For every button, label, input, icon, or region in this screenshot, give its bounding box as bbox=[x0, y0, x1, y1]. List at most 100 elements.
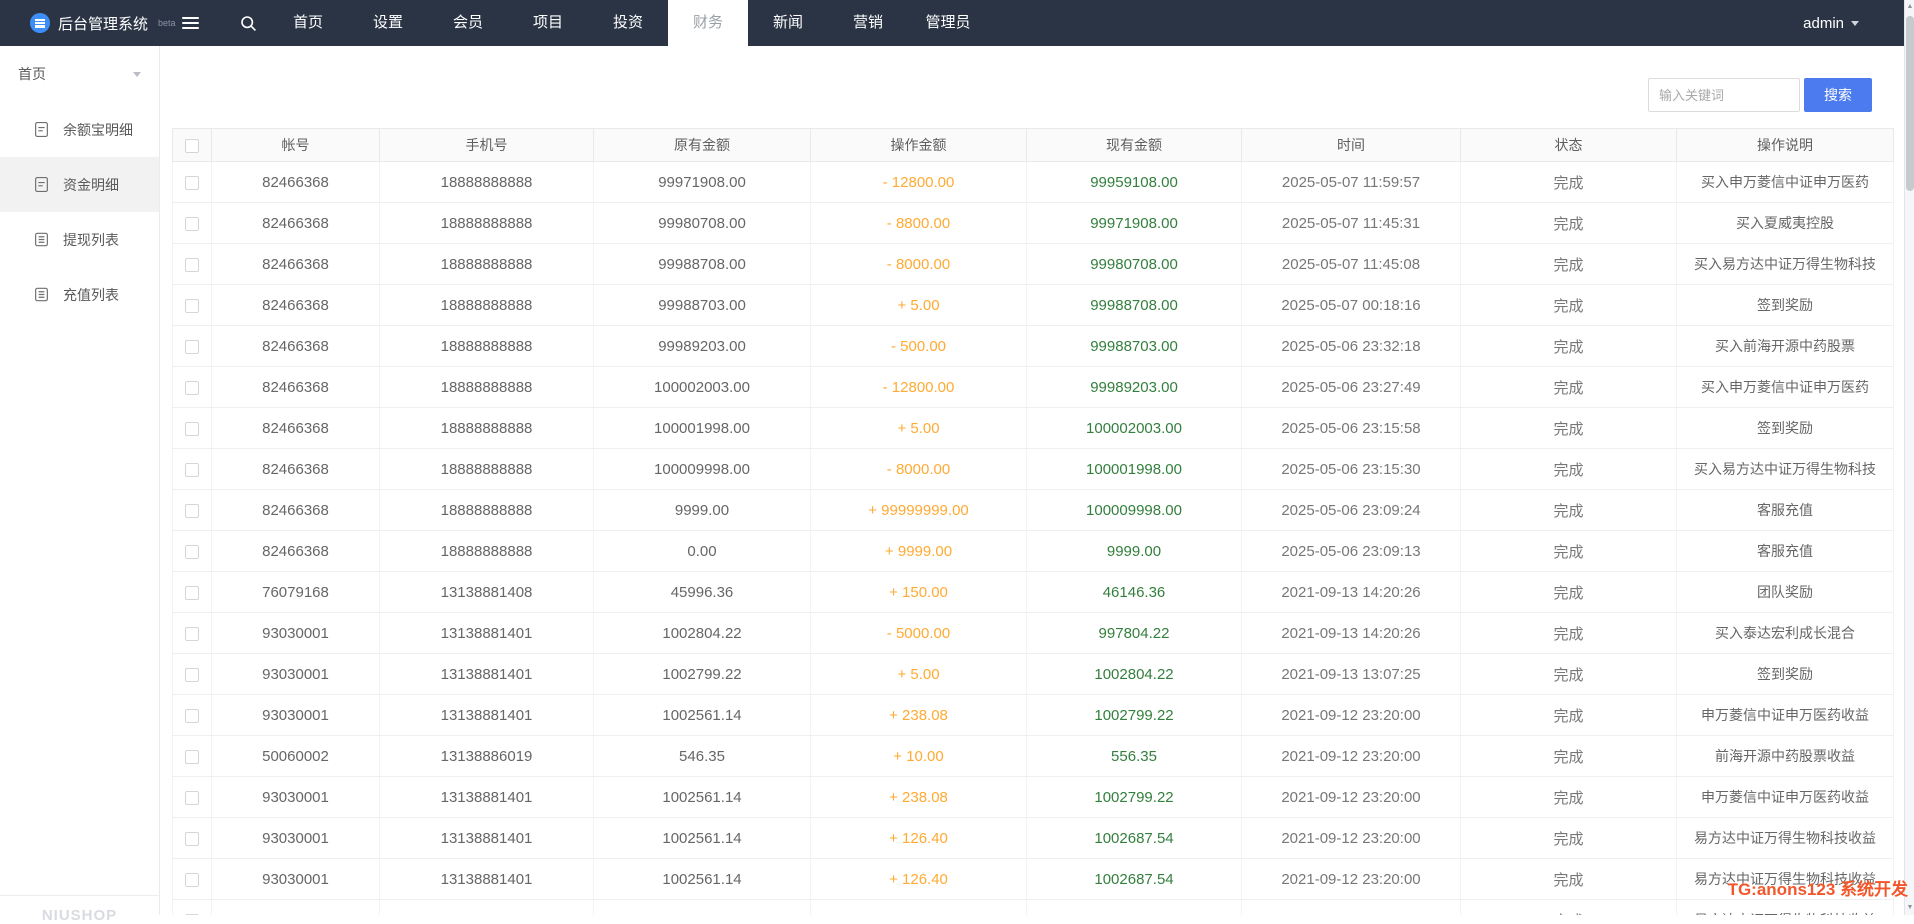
search-toolbar: 搜索 bbox=[1648, 78, 1872, 112]
cell-account: 93030001 bbox=[212, 654, 380, 695]
row-checkbox[interactable] bbox=[185, 832, 199, 846]
cell-op: - 8800.00 bbox=[811, 203, 1027, 244]
hamburger-menu-icon[interactable] bbox=[170, 0, 210, 46]
nav-item[interactable]: 营销 bbox=[828, 0, 908, 46]
cell-desc: 团队奖励 bbox=[1677, 572, 1894, 613]
nav-item[interactable]: 财务 bbox=[668, 0, 748, 46]
search-input[interactable] bbox=[1648, 78, 1800, 112]
table-header-row: 帐号手机号原有金额操作金额现有金额时间状态操作说明 bbox=[173, 129, 1894, 162]
cell-phone: 18888888888 bbox=[380, 285, 594, 326]
row-checkbox[interactable] bbox=[185, 791, 199, 805]
cell-op: + 150.00 bbox=[811, 572, 1027, 613]
scrollbar-thumb[interactable] bbox=[1906, 16, 1914, 191]
row-checkbox[interactable] bbox=[185, 463, 199, 477]
cell-status: 完成 bbox=[1461, 531, 1677, 572]
nav-item[interactable]: 管理员 bbox=[908, 0, 988, 46]
cell-phone: 13138881408 bbox=[380, 572, 594, 613]
sidebar-item[interactable]: 提现列表 bbox=[0, 212, 159, 267]
cell-phone: 13138881401 bbox=[380, 695, 594, 736]
row-checkbox[interactable] bbox=[185, 545, 199, 559]
sidebar-item[interactable]: 余额宝明细 bbox=[0, 102, 159, 157]
scrollbar-down-icon[interactable]: ▼ bbox=[1905, 901, 1914, 915]
cell-account: 93030001 bbox=[212, 900, 380, 916]
cell-desc: 申万菱信中证申万医药收益 bbox=[1677, 695, 1894, 736]
user-menu[interactable]: admin bbox=[1803, 15, 1914, 32]
sidebar-divider bbox=[0, 895, 159, 896]
sidebar-footer-watermark: NIUSHOP bbox=[0, 907, 159, 924]
nav-item[interactable]: 新闻 bbox=[748, 0, 828, 46]
search-button[interactable]: 搜索 bbox=[1804, 78, 1872, 112]
cell-op: + 238.08 bbox=[811, 695, 1027, 736]
cell-op: + 5.00 bbox=[811, 654, 1027, 695]
cell-cur: 99988708.00 bbox=[1027, 285, 1242, 326]
cell-desc: 客服充值 bbox=[1677, 490, 1894, 531]
row-checkbox[interactable] bbox=[185, 217, 199, 231]
cell-orig: 9999.00 bbox=[594, 490, 811, 531]
cell-status: 完成 bbox=[1461, 449, 1677, 490]
cell-orig: 1002561.14 bbox=[594, 818, 811, 859]
column-header: 手机号 bbox=[380, 129, 594, 162]
cell-time: 2021-09-13 14:20:26 bbox=[1242, 572, 1461, 613]
cell-desc: 易方达中证万得生物科技收益 bbox=[1677, 900, 1894, 916]
row-checkbox[interactable] bbox=[185, 627, 199, 641]
table-row: 93030001131388814011002561.14+ 126.40100… bbox=[173, 900, 1894, 916]
cell-cur: 99959108.00 bbox=[1027, 162, 1242, 203]
row-select-cell bbox=[173, 695, 212, 736]
row-checkbox[interactable] bbox=[185, 504, 199, 518]
cell-status: 完成 bbox=[1461, 900, 1677, 916]
column-header: 时间 bbox=[1242, 129, 1461, 162]
cell-status: 完成 bbox=[1461, 285, 1677, 326]
nav-item[interactable]: 项目 bbox=[508, 0, 588, 46]
row-checkbox[interactable] bbox=[185, 750, 199, 764]
cell-time: 2025-05-06 23:27:49 bbox=[1242, 367, 1461, 408]
cell-account: 93030001 bbox=[212, 818, 380, 859]
table-row: 760791681313888140845996.36+ 150.0046146… bbox=[173, 572, 1894, 613]
row-checkbox[interactable] bbox=[185, 586, 199, 600]
cell-op: - 5000.00 bbox=[811, 613, 1027, 654]
row-checkbox[interactable] bbox=[185, 422, 199, 436]
cell-account: 82466368 bbox=[212, 531, 380, 572]
table-row: 93030001131388814011002561.14+ 126.40100… bbox=[173, 859, 1894, 900]
cell-status: 完成 bbox=[1461, 613, 1677, 654]
row-select-cell bbox=[173, 326, 212, 367]
select-all-checkbox[interactable] bbox=[185, 139, 199, 153]
cell-status: 完成 bbox=[1461, 818, 1677, 859]
cell-phone: 18888888888 bbox=[380, 490, 594, 531]
nav-item[interactable]: 投资 bbox=[588, 0, 668, 46]
cell-time: 2021-09-13 13:07:25 bbox=[1242, 654, 1461, 695]
cell-phone: 13138881401 bbox=[380, 654, 594, 695]
sidebar-item[interactable]: 资金明细 bbox=[0, 157, 159, 212]
table-row: 93030001131388814011002804.22- 5000.0099… bbox=[173, 613, 1894, 654]
row-checkbox[interactable] bbox=[185, 258, 199, 272]
nav-item[interactable]: 会员 bbox=[428, 0, 508, 46]
browser-scrollbar[interactable]: ▲ ▼ bbox=[1904, 0, 1914, 915]
row-checkbox[interactable] bbox=[185, 340, 199, 354]
column-header: 帐号 bbox=[212, 129, 380, 162]
nav-item[interactable]: 首页 bbox=[268, 0, 348, 46]
row-checkbox[interactable] bbox=[185, 709, 199, 723]
chevron-down-icon bbox=[1851, 21, 1859, 26]
sidebar-item[interactable]: 充值列表 bbox=[0, 267, 159, 322]
sidebar-menu: 余额宝明细资金明细提现列表充值列表 bbox=[0, 102, 159, 322]
sidebar-group-home[interactable]: 首页 bbox=[0, 46, 159, 102]
cell-op: - 12800.00 bbox=[811, 367, 1027, 408]
app-logo[interactable]: 后台管理系统 beta bbox=[0, 13, 165, 34]
cell-orig: 1002561.14 bbox=[594, 695, 811, 736]
search-icon[interactable] bbox=[228, 0, 268, 46]
row-checkbox[interactable] bbox=[185, 381, 199, 395]
scrollbar-up-icon[interactable]: ▲ bbox=[1905, 0, 1914, 14]
cell-phone: 18888888888 bbox=[380, 449, 594, 490]
cell-phone: 13138881401 bbox=[380, 613, 594, 654]
nav-item[interactable]: 设置 bbox=[348, 0, 428, 46]
cell-phone: 18888888888 bbox=[380, 408, 594, 449]
cell-phone: 13138881401 bbox=[380, 859, 594, 900]
column-header: 现有金额 bbox=[1027, 129, 1242, 162]
table-row: 824663681888888888899989203.00- 500.0099… bbox=[173, 326, 1894, 367]
row-checkbox[interactable] bbox=[185, 299, 199, 313]
row-checkbox[interactable] bbox=[185, 668, 199, 682]
row-checkbox[interactable] bbox=[185, 873, 199, 887]
cell-phone: 18888888888 bbox=[380, 244, 594, 285]
row-checkbox[interactable] bbox=[185, 176, 199, 190]
cell-desc: 易方达中证万得生物科技收益 bbox=[1677, 818, 1894, 859]
cell-cur: 1002799.22 bbox=[1027, 777, 1242, 818]
